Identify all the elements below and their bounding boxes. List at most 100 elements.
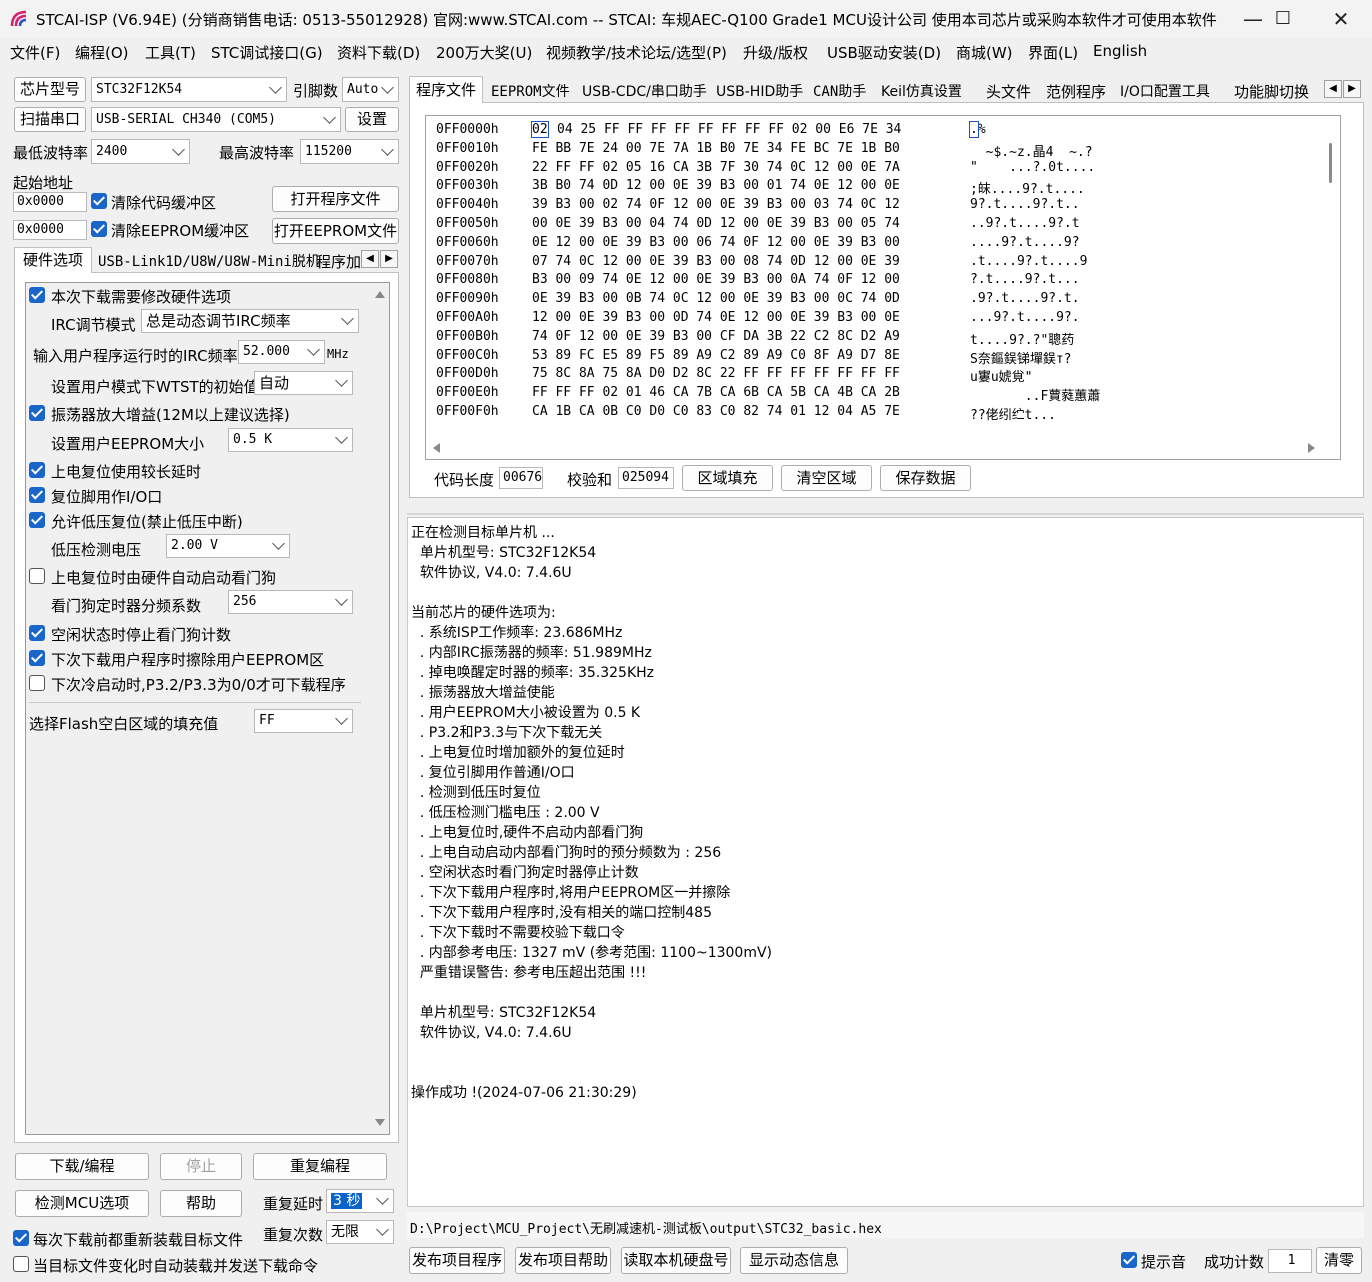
menu-english[interactable]: English: [1093, 42, 1147, 60]
tab-program-encrypt[interactable]: 程序加: [316, 251, 366, 272]
scan-port-button[interactable]: 扫描串口: [14, 107, 86, 132]
auto-load-checkbox[interactable]: [13, 1256, 29, 1272]
wdt-div-select[interactable]: 256: [228, 590, 353, 614]
tab-hardware-options[interactable]: 硬件选项: [14, 247, 92, 274]
tab-usb-hid[interactable]: USB-HID助手: [716, 81, 803, 101]
clear-eeprom-checkbox[interactable]: [91, 221, 107, 237]
maximize-button[interactable]: ☐: [1254, 0, 1312, 38]
menu-usb-driver[interactable]: USB驱动安装(D): [827, 42, 941, 63]
hex-bytes: 53 89 FC E5 89 F5 89 A9 C2 89 A9 C0 8F A…: [532, 347, 900, 363]
menu-file[interactable]: 文件(F): [10, 42, 60, 63]
clear-area-button[interactable]: 清空区域: [781, 465, 872, 491]
log-output[interactable]: 正在检测目标单片机 ... 单片机型号: STC32F12K54 软件协议, V…: [407, 517, 1364, 1207]
hex-addr: 0FF0030h: [436, 178, 499, 194]
scroll-down-icon[interactable]: [375, 1119, 385, 1126]
splitter[interactable]: [407, 513, 1364, 515]
osc-gain-checkbox[interactable]: [29, 405, 45, 421]
tab-scroll-left-icon[interactable]: ◀: [1324, 80, 1342, 98]
repeat-count-select[interactable]: 无限: [326, 1220, 394, 1244]
tab-pin-switch[interactable]: 功能脚切换: [1234, 81, 1322, 102]
eeprom-size-select[interactable]: 0.5 K: [228, 428, 353, 452]
erase-eeprom-checkbox[interactable]: [29, 650, 45, 666]
fill-area-button[interactable]: 区域填充: [682, 465, 773, 491]
scroll-right-icon[interactable]: [1308, 443, 1315, 453]
clear-count-button[interactable]: 清零: [1316, 1247, 1362, 1274]
eeprom-address-input[interactable]: 0x0000: [13, 220, 87, 240]
tab-eeprom-file[interactable]: EEPROM文件: [491, 81, 570, 101]
save-data-button[interactable]: 保存数据: [880, 465, 971, 491]
publish-program-button[interactable]: 发布项目程序: [409, 1247, 505, 1274]
menu-download[interactable]: 资料下载(D): [337, 42, 420, 63]
hex-vscrollbar[interactable]: [1322, 117, 1339, 439]
menu-program[interactable]: 编程(O): [75, 42, 129, 63]
check-mcu-options-button[interactable]: 检测MCU选项: [15, 1190, 149, 1217]
port-value: USB-SERIAL CH340 (COM5): [96, 112, 277, 127]
lvr-checkbox[interactable]: [29, 512, 45, 528]
hex-vscroll-thumb[interactable]: [1329, 143, 1332, 183]
menu-debug[interactable]: STC调试接口(G): [211, 42, 323, 63]
min-baud-select[interactable]: 2400: [91, 139, 190, 164]
repeat-delay-select[interactable]: 3 秒: [326, 1189, 394, 1213]
code-address-input[interactable]: 0x0000: [13, 192, 87, 212]
options-scrollbar[interactable]: [371, 283, 389, 1134]
tab-program-file[interactable]: 程序文件: [409, 76, 483, 104]
reload-before-download-checkbox[interactable]: [13, 1230, 29, 1246]
clear-code-checkbox[interactable]: [91, 193, 107, 209]
hex-hscrollbar[interactable]: [427, 438, 1323, 458]
publish-help-button[interactable]: 发布项目帮助: [515, 1247, 611, 1274]
menu-tools[interactable]: 工具(T): [145, 42, 196, 63]
settings-button[interactable]: 设置: [345, 107, 399, 132]
tab-keil[interactable]: Keil仿真设置: [881, 81, 962, 101]
menu-upgrade[interactable]: 升级/版权: [743, 42, 808, 63]
menu-prize[interactable]: 200万大奖(U): [436, 42, 532, 63]
scroll-up-icon[interactable]: [375, 291, 385, 298]
tab-usb-link-offline[interactable]: USB-Link1D/U8W/U8W-Mini脱机: [98, 251, 320, 271]
close-button[interactable]: ✕: [1312, 0, 1370, 38]
irc-mode-select[interactable]: 总是动态调节IRC频率: [141, 309, 359, 333]
open-program-file-button[interactable]: 打开程序文件: [272, 186, 399, 212]
repeat-program-button[interactable]: 重复编程: [253, 1153, 387, 1180]
tab-usb-cdc[interactable]: USB-CDC/串口助手: [582, 81, 707, 101]
menu-video[interactable]: 视频教学/技术论坛/选型(P): [546, 42, 727, 63]
help-button[interactable]: 帮助: [160, 1190, 242, 1217]
chip-type-select[interactable]: STC32F12K54: [91, 77, 287, 102]
tab-io-config[interactable]: I/O口配置工具: [1120, 81, 1210, 101]
modify-options-checkbox[interactable]: [29, 287, 45, 303]
wdt-auto-checkbox[interactable]: [29, 568, 45, 584]
tab-can[interactable]: CAN助手: [813, 81, 866, 101]
hex-addr: 0FF0070h: [436, 253, 499, 269]
open-eeprom-file-button[interactable]: 打开EEPROM文件: [272, 218, 399, 244]
hex-ascii: ?.t....9?.t...: [970, 272, 1080, 288]
hex-ascii: u寠u婋覍": [970, 370, 1033, 386]
reset-io-checkbox[interactable]: [29, 487, 45, 503]
tab-examples[interactable]: 范例程序: [1046, 81, 1106, 102]
irc-freq-select[interactable]: 52.000: [238, 340, 325, 364]
menu-shop[interactable]: 商城(W): [956, 42, 1013, 63]
chevron-down-icon: [376, 1192, 389, 1205]
pins-select[interactable]: Auto: [342, 77, 399, 102]
tab-header-file[interactable]: 头文件: [986, 81, 1031, 102]
checksum-value: 025094: [618, 467, 674, 489]
wtst-select[interactable]: 自动: [254, 371, 353, 395]
beep-checkbox[interactable]: [1121, 1252, 1137, 1268]
flash-fill-select[interactable]: FF: [254, 709, 353, 733]
menu-interface[interactable]: 界面(L): [1028, 42, 1078, 63]
download-program-button[interactable]: 下载/编程: [15, 1153, 149, 1180]
scroll-left-icon[interactable]: [433, 443, 440, 453]
show-dynamic-info-button[interactable]: 显示动态信息: [740, 1247, 848, 1274]
chip-type-button[interactable]: 芯片型号: [14, 77, 86, 102]
stop-button[interactable]: 停止: [160, 1153, 242, 1180]
max-baud-select[interactable]: 115200: [300, 139, 399, 164]
idle-wdt-checkbox[interactable]: [29, 625, 45, 641]
tab-scroll-right-icon[interactable]: ▶: [1343, 80, 1361, 98]
tab-scroll-right-icon[interactable]: ▶: [380, 250, 398, 268]
p3-cold-boot-checkbox[interactable]: [29, 675, 45, 691]
read-disk-id-button[interactable]: 读取本机硬盘号: [621, 1247, 731, 1274]
lvd-select[interactable]: 2.00 V: [166, 534, 290, 558]
port-select[interactable]: USB-SERIAL CH340 (COM5): [91, 107, 341, 132]
por-delay-checkbox[interactable]: [29, 462, 45, 478]
hex-bytes: 75 8C 8A 75 8A D0 D2 8C 22 FF FF FF FF F…: [532, 366, 900, 382]
tab-scroll-left-icon[interactable]: ◀: [361, 250, 379, 268]
hex-viewer[interactable]: 0FF0000h 02 04 25 FF FF FF FF FF FF FF FF …: [425, 115, 1341, 460]
reload-before-download-label: 每次下载前都重新装载目标文件: [33, 1231, 244, 1249]
